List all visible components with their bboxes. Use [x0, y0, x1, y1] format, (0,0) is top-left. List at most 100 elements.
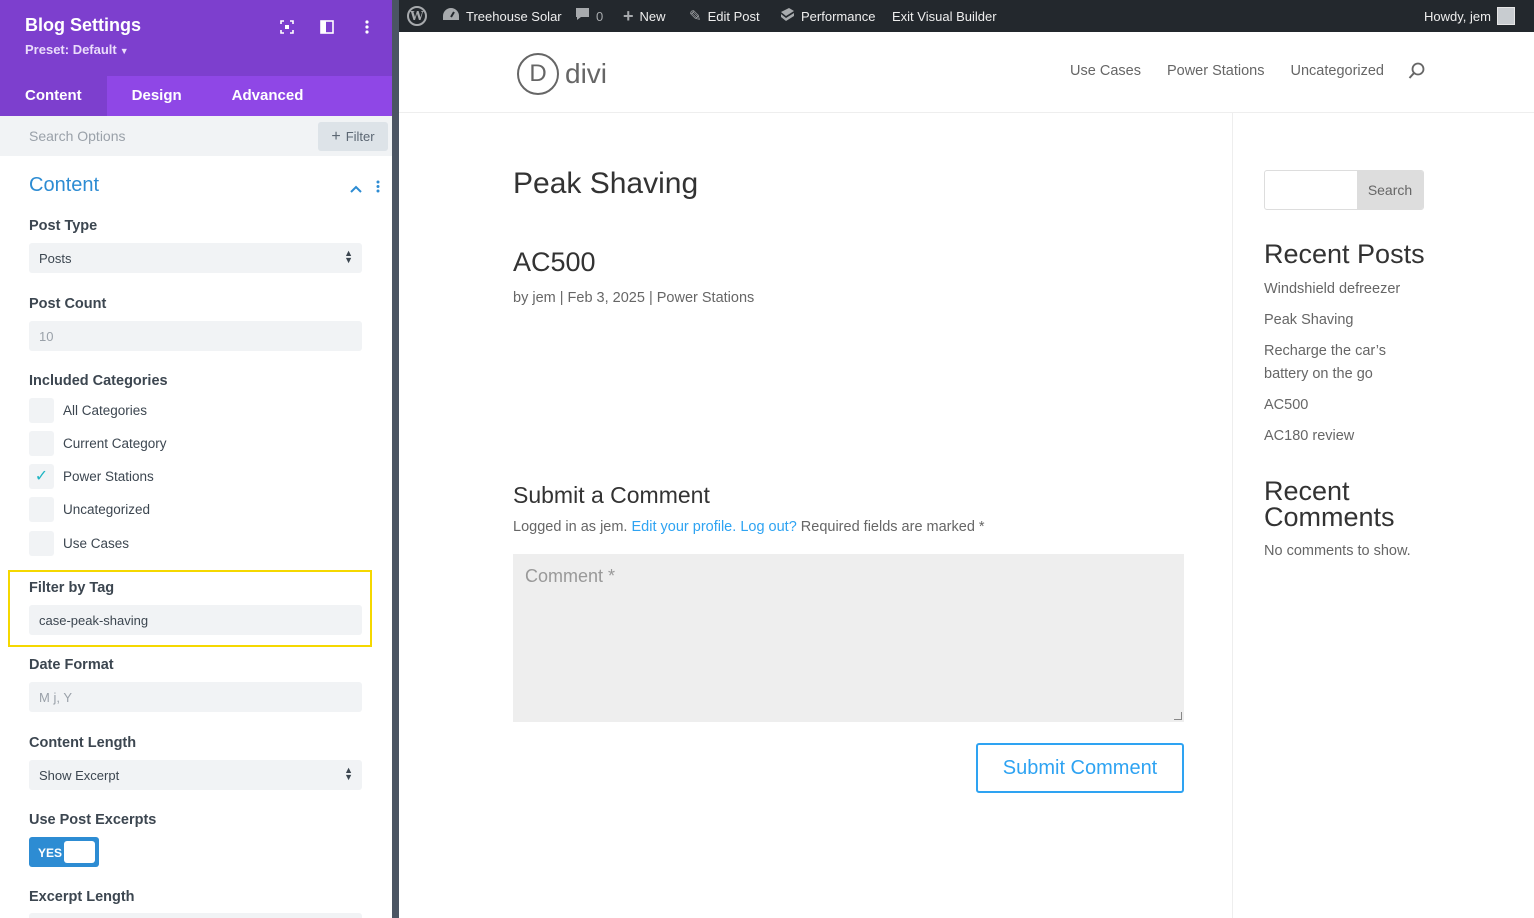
fullscreen-icon[interactable] [278, 18, 296, 36]
filter-by-tag-input[interactable]: case-peak-shaving [29, 605, 362, 635]
submit-comment-button[interactable]: Submit Comment [976, 743, 1184, 793]
recent-post-link[interactable]: Recharge the car’s battery on the go [1264, 340, 1414, 386]
logged-in-notice: Logged in as jem. Edit your profile. Log… [513, 519, 985, 535]
tab-content[interactable]: Content [0, 76, 107, 116]
comments-link[interactable]: 0 [575, 0, 603, 32]
recent-post-link[interactable]: AC500 [1264, 394, 1414, 417]
post-type-select[interactable]: Posts ▲ ▼ [29, 243, 362, 273]
sidebar-search-button[interactable]: Search [1357, 171, 1423, 209]
avatar [1496, 7, 1515, 25]
admin-bar: W Treehouse Solar 0 + New ✎ Edit Post Perf… [399, 0, 1534, 32]
post-title[interactable]: AC500 [513, 247, 596, 278]
content-length-select[interactable]: Show Excerpt ▲ ▼ [29, 760, 362, 790]
site-logo[interactable]: D divi [517, 53, 607, 95]
chevron-up-icon[interactable] [350, 180, 362, 198]
new-label: New [639, 8, 666, 24]
recent-post-link[interactable]: AC180 review [1264, 425, 1414, 448]
sidebar-search: Search [1264, 170, 1424, 210]
post-count-label: Post Count [29, 296, 107, 312]
use-post-excerpts-toggle[interactable]: YES [29, 837, 99, 867]
recent-posts-list: Windshield defreezer Peak Shaving Rechar… [1264, 278, 1414, 456]
performance-link[interactable]: Performance [779, 0, 875, 32]
search-options-input[interactable]: Search Options [29, 128, 126, 144]
sidebar-divider [1232, 113, 1233, 918]
content-length-label: Content Length [29, 735, 137, 751]
comment-placeholder: Comment * [525, 566, 616, 586]
site-name-link[interactable]: Treehouse Solar [442, 0, 562, 32]
category-all[interactable]: All Categories [29, 397, 147, 423]
no-comments-text: No comments to show. [1264, 543, 1411, 559]
logo-text: divi [565, 58, 608, 89]
new-link[interactable]: + New [623, 0, 666, 32]
category-label: Use Cases [63, 535, 130, 551]
logged-in-text: Logged in as jem. [513, 519, 628, 535]
checkbox[interactable] [29, 397, 54, 423]
checkbox-checked[interactable]: ✓ [29, 463, 54, 489]
filter-button[interactable]: + Filter [318, 122, 388, 151]
tab-advanced[interactable]: Advanced [207, 76, 329, 116]
performance-icon [779, 7, 795, 25]
checkbox[interactable] [29, 530, 54, 556]
date-format-label: Date Format [29, 657, 114, 673]
post-type-label: Post Type [29, 218, 98, 234]
nav-power-stations[interactable]: Power Stations [1167, 63, 1265, 79]
plus-icon: + [623, 5, 634, 26]
tab-design[interactable]: Design [107, 76, 207, 116]
nav-uncategorized[interactable]: Uncategorized [1291, 63, 1385, 79]
checkmark-icon: ✓ [34, 468, 49, 485]
account-menu[interactable]: Howdy, jem [1424, 0, 1515, 32]
checkbox[interactable] [29, 430, 54, 456]
post-count-input[interactable]: 10 [29, 321, 362, 351]
wordpress-logo[interactable]: W [407, 0, 427, 32]
select-arrows-icon: ▲ ▼ [344, 248, 353, 265]
category-label: All Categories [63, 402, 148, 418]
split-view-icon[interactable] [318, 18, 336, 36]
category-label: Uncategorized [63, 501, 151, 517]
category-power-stations[interactable]: ✓ Power Stations [29, 463, 154, 489]
search-icon[interactable] [1408, 62, 1426, 85]
page-title: Peak Shaving [513, 167, 699, 200]
category-uncategorized[interactable]: Uncategorized [29, 496, 150, 522]
performance-label: Performance [801, 8, 876, 24]
toggle-state: YES [38, 846, 63, 860]
comment-heading: Submit a Comment [513, 482, 710, 508]
more-options-icon[interactable] [358, 18, 376, 36]
excerpt-length-input[interactable] [29, 913, 362, 918]
filter-label: Filter [345, 129, 375, 144]
comments-count: 0 [596, 8, 604, 24]
preset-label: Preset: Default [25, 42, 117, 57]
sidebar-search-input[interactable] [1265, 171, 1358, 209]
pencil-icon: ✎ [689, 8, 702, 25]
site-header: D divi Use Cases Power Stations Uncatego… [399, 32, 1534, 113]
use-post-excerpts-label: Use Post Excerpts [29, 812, 157, 828]
filter-by-tag-label: Filter by Tag [29, 580, 115, 596]
panel-scrollbar[interactable] [392, 0, 399, 918]
post-type-value: Posts [39, 251, 72, 266]
required-notice: Required fields are marked * [800, 519, 985, 535]
logo-mark: D [517, 53, 559, 95]
options-searchbar: Search Options + Filter [0, 116, 392, 156]
panel-tabs: Content Design Advanced [0, 76, 392, 116]
edit-post-link[interactable]: ✎ Edit Post [689, 0, 760, 32]
edit-post-label: Edit Post [707, 8, 760, 24]
howdy-label: Howdy, jem [1424, 8, 1491, 24]
category-use-cases[interactable]: Use Cases [29, 530, 129, 556]
section-menu-icon[interactable] [376, 180, 380, 198]
exit-visual-builder-link[interactable]: Exit Visual Builder [892, 0, 997, 32]
preset-selector[interactable]: Preset: Default ▼ [25, 42, 367, 57]
wordpress-icon: W [407, 6, 427, 26]
recent-posts-heading: Recent Posts [1264, 239, 1425, 269]
recent-post-link[interactable]: Windshield defreezer [1264, 278, 1414, 301]
resize-handle-icon[interactable] [1174, 712, 1182, 720]
log-out-link[interactable]: Log out? [740, 519, 796, 535]
section-title[interactable]: Content [29, 174, 99, 197]
category-current[interactable]: Current Category [29, 430, 167, 456]
site-name: Treehouse Solar [466, 8, 562, 24]
recent-post-link[interactable]: Peak Shaving [1264, 309, 1414, 332]
nav-use-cases[interactable]: Use Cases [1070, 63, 1141, 79]
select-arrows-icon: ▲ ▼ [344, 765, 353, 782]
comment-textarea[interactable]: Comment * [513, 554, 1184, 722]
edit-profile-link[interactable]: Edit your profile. [632, 519, 737, 535]
checkbox[interactable] [29, 496, 54, 522]
date-format-input[interactable]: M j, Y [29, 682, 362, 712]
